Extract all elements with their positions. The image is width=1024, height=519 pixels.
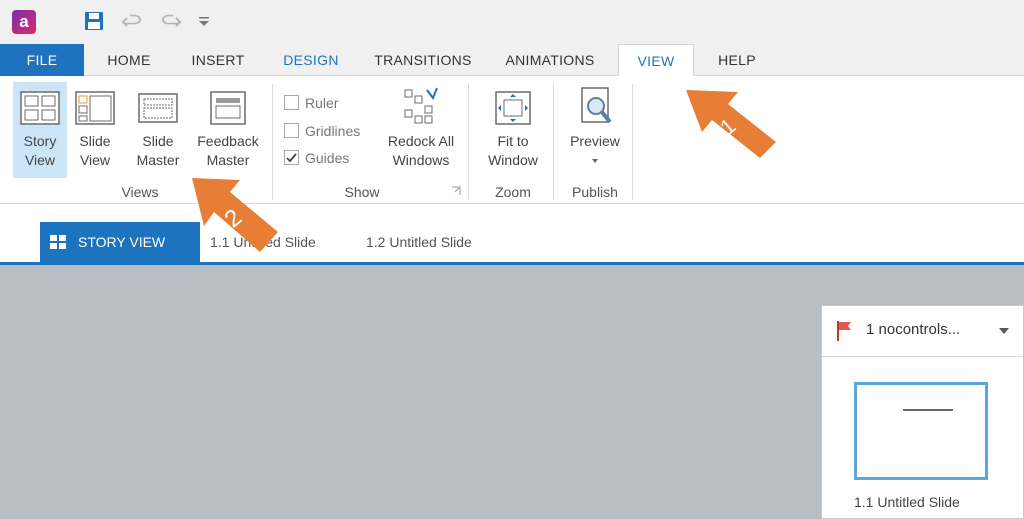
- group-separator: [468, 84, 469, 200]
- redock-all-windows-button[interactable]: Redock All Windows: [378, 82, 464, 178]
- tab-home[interactable]: HOME: [93, 44, 165, 76]
- ribbon-tabs: FILE HOME INSERT DESIGN TRANSITIONS ANIM…: [0, 44, 1024, 76]
- chevron-down-icon[interactable]: [998, 326, 1010, 336]
- preview-button[interactable]: Preview: [560, 82, 630, 178]
- story-view-icon: [20, 91, 60, 125]
- tab-view[interactable]: VIEW: [618, 44, 694, 76]
- tab-animations[interactable]: ANIMATIONS: [494, 44, 606, 76]
- group-label-views: Views: [121, 184, 159, 200]
- undo-icon[interactable]: [121, 10, 143, 32]
- ruler-checkbox[interactable]: Ruler: [284, 93, 338, 113]
- guides-label: Guides: [305, 150, 350, 166]
- thumbnail-caption: 1.1 Untitled Slide: [854, 494, 960, 510]
- tab-transitions[interactable]: TRANSITIONS: [362, 44, 484, 76]
- tab-file[interactable]: FILE: [0, 44, 84, 76]
- redock-label-2: Windows: [392, 152, 450, 168]
- tab-story-view[interactable]: STORY VIEW: [40, 222, 200, 262]
- gridlines-label: Gridlines: [305, 123, 361, 139]
- slide-master-label-2: Master: [136, 152, 180, 168]
- slide-thumbnail[interactable]: [854, 382, 988, 480]
- group-separator: [632, 84, 633, 200]
- story-view-label-1: Story: [23, 133, 57, 149]
- story-view-label-2: View: [24, 152, 56, 168]
- feedback-master-label-1: Feedback: [197, 133, 259, 149]
- tab-insert[interactable]: INSERT: [180, 44, 256, 76]
- redock-windows-icon: [404, 87, 438, 124]
- slide-view-button[interactable]: Slide View: [70, 82, 120, 178]
- fit-to-window-icon: [495, 91, 531, 125]
- story-view-button[interactable]: Story View: [13, 82, 67, 178]
- feedback-master-label-2: Master: [206, 152, 250, 168]
- ribbon: Story View Slide View Slide Master Feedb…: [0, 76, 1024, 204]
- group-label-zoom: Zoom: [495, 184, 531, 200]
- gridlines-checkbox[interactable]: Gridlines: [284, 121, 360, 141]
- guides-check-box[interactable]: [284, 150, 299, 165]
- group-separator: [553, 84, 554, 200]
- redo-icon[interactable]: [160, 10, 182, 32]
- group-label-publish: Publish: [572, 184, 618, 200]
- guides-checkbox[interactable]: Guides: [284, 148, 349, 168]
- slide-master-label-1: Slide: [142, 133, 174, 149]
- thumbnail-text-line: [903, 409, 953, 411]
- scene-header[interactable]: 1 nocontrols...: [822, 306, 1023, 357]
- fit-label-1: Fit to: [497, 133, 529, 149]
- preview-icon: [581, 87, 612, 124]
- dropdown-arrow-icon: [592, 159, 598, 163]
- group-label-show: Show: [344, 184, 380, 200]
- dialog-launcher-icon[interactable]: [451, 186, 461, 196]
- save-icon[interactable]: [83, 10, 105, 32]
- redock-label-1: Redock All: [387, 133, 455, 149]
- preview-label: Preview: [570, 133, 620, 149]
- checkmark-icon: [286, 153, 297, 163]
- story-view-tab-label: STORY VIEW: [78, 234, 166, 250]
- gridlines-check-box[interactable]: [284, 123, 299, 138]
- ruler-label: Ruler: [305, 95, 339, 111]
- feedback-master-icon: [210, 91, 246, 125]
- story-tab-bar: STORY VIEW 1.1 Untitled Slide 1.2 Untitl…: [0, 204, 1024, 265]
- app-logo-icon: a: [12, 10, 36, 34]
- story-grid-icon: [50, 235, 66, 249]
- quick-access-toolbar: a: [0, 0, 1024, 44]
- slide-master-button[interactable]: Slide Master: [130, 82, 186, 178]
- slide-view-icon: [75, 91, 115, 125]
- scene-panel[interactable]: 1 nocontrols... 1.1 Untitled Slide: [821, 305, 1024, 519]
- scene-name: 1 nocontrols...: [866, 321, 961, 338]
- flag-icon: [837, 321, 851, 341]
- ruler-check-box[interactable]: [284, 95, 299, 110]
- fit-to-window-button[interactable]: Fit to Window: [476, 82, 550, 178]
- slide-master-icon: [138, 93, 178, 123]
- slide-view-label-2: View: [79, 152, 111, 168]
- fit-label-2: Window: [488, 152, 538, 168]
- slide-view-label-1: Slide: [79, 133, 111, 149]
- feedback-master-button[interactable]: Feedback Master: [190, 82, 266, 178]
- tab-help[interactable]: HELP: [706, 44, 768, 76]
- tab-design[interactable]: DESIGN: [270, 44, 352, 76]
- tab-slide-1-2[interactable]: 1.2 Untitled Slide: [366, 222, 472, 262]
- customize-qat-icon[interactable]: [193, 10, 215, 32]
